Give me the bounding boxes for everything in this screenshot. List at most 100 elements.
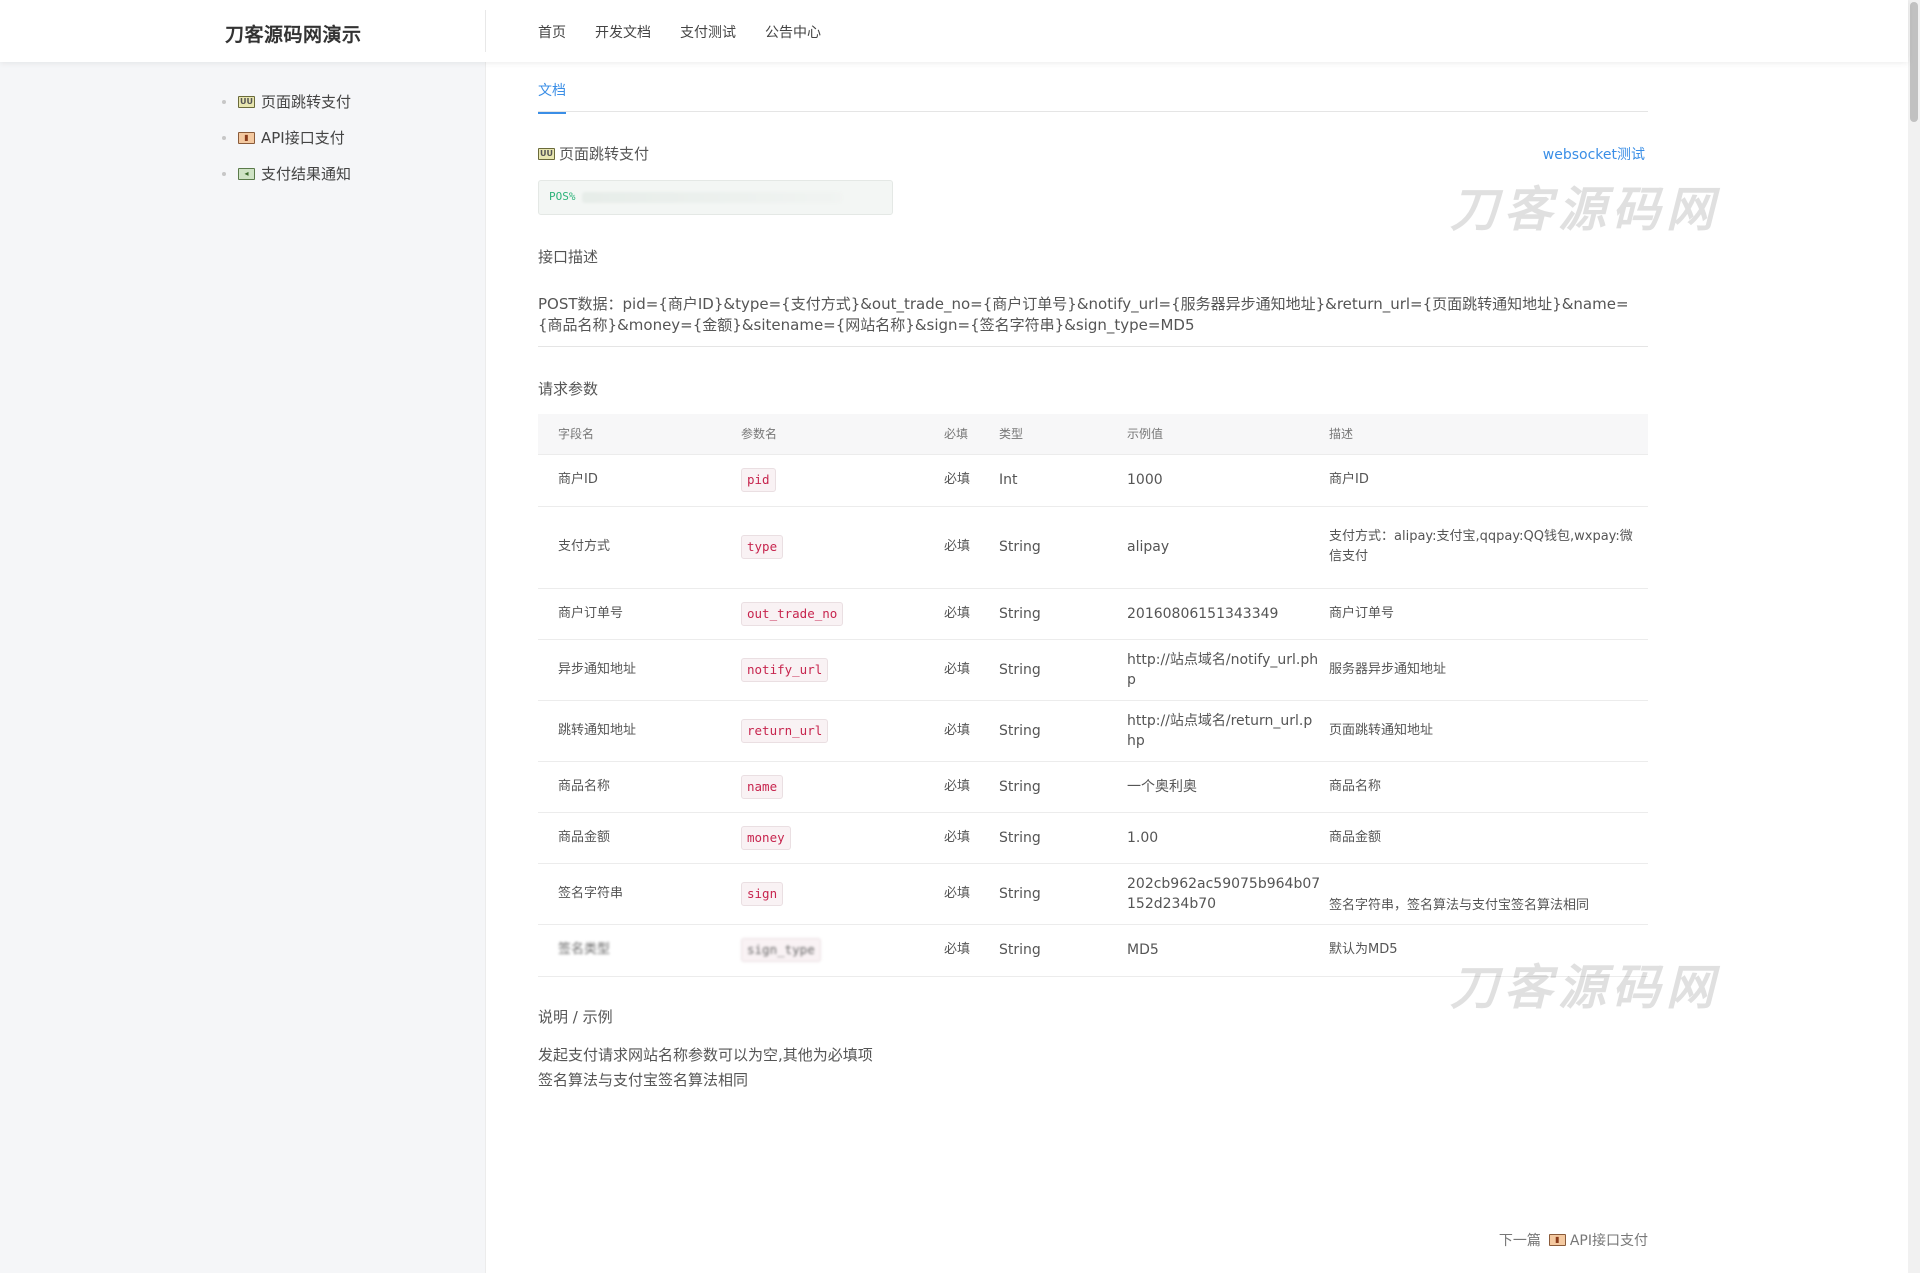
cell-param: pid [741,454,944,507]
cell-field: 商品金额 [538,812,741,864]
cell-param: sign [741,863,944,925]
nav-home[interactable]: 首页 [538,22,566,42]
nav-dev-docs[interactable]: 开发文档 [595,22,651,42]
cell-field: 异步通知地址 [538,639,741,701]
cell-type: String [999,812,1127,864]
table-header-row: 字段名 参数名 必填 类型 示例值 描述 [538,414,1648,455]
section-title-text: 页面跳转支付 [559,145,650,163]
params-heading: 请求参数 [538,380,599,398]
notes-heading: 说明 / 示例 [538,1008,613,1026]
cell-desc: 商品名称 [1329,761,1648,813]
blurred-field-text: 签名类型 [558,942,611,957]
cell-field: 签名字符串 [538,863,741,925]
sidebar-item-label: 支付结果通知 [261,165,352,183]
param-code: out_trade_no [741,601,844,626]
cell-param: out_trade_no [741,588,944,640]
api-desc-text: POST数据：pid={商户ID}&type={支付方式}&out_trade_… [538,294,1648,347]
sidebar: UU 页面跳转支付 ▮ API接口支付 ◂ 支付结果通知 [0,62,486,1273]
param-code: pid [741,468,776,492]
bullet-dot [222,171,226,176]
cell-param: sign_type [741,924,944,977]
table-row: 商户ID pid 必填 Int 1000 商户ID [538,454,1648,507]
api-icon: ▮ [238,131,255,144]
top-header: 刀客源码网演示 首页 开发文档 支付测试 公告中心 [0,0,1908,62]
params-table: 字段名 参数名 必填 类型 示例值 描述 商户ID pid 必填 Int 100… [538,414,1648,977]
top-nav: 首页 开发文档 支付测试 公告中心 [538,22,821,42]
cell-field: 商户ID [538,454,741,507]
param-code: return_url [741,718,829,743]
next-article-link[interactable]: 下一篇 ▮ API接口支付 [1499,1230,1648,1250]
table-row: 签名字符串 sign 必填 String 202cb962ac59075b964… [538,863,1648,925]
bullet-dot [222,135,226,140]
sidebar-item-label: API接口支付 [261,129,345,147]
note-line: 签名算法与支付宝签名算法相同 [538,1071,749,1089]
websocket-test-link[interactable]: websocket测试 [1543,144,1645,164]
table-row: 跳转通知地址 return_url 必填 String http://站点域名/… [538,700,1648,762]
cell-type: String [999,700,1127,762]
sidebar-item-label: 页面跳转支付 [261,93,352,111]
cell-field: 商户订单号 [538,588,741,640]
cell-example: http://站点域名/notify_url.php [1127,639,1329,701]
cell-example: 一个奥利奥 [1127,761,1329,813]
tab-docs[interactable]: 文档 [538,80,566,114]
cell-required: 必填 [944,639,999,701]
param-code: notify_url [741,657,829,682]
cell-field: 商品名称 [538,761,741,813]
sidebar-item-notify[interactable]: ◂ 支付结果通知 [222,163,351,184]
cell-example: MD5 [1127,924,1329,977]
param-code: type [741,535,784,559]
note-line: 发起支付请求网站名称参数可以为空,其他为必填项 [538,1046,873,1064]
cell-desc: 服务器异步通知地址 [1329,639,1648,701]
header-param: 参数名 [741,414,944,455]
bullet-dot [222,99,226,104]
brand-title[interactable]: 刀客源码网演示 [225,20,362,47]
cell-required: 必填 [944,588,999,640]
param-code: name [741,774,784,799]
cell-type: String [999,639,1127,701]
header-divider [485,10,486,52]
header-required: 必填 [944,414,999,455]
cell-desc: 支付方式：alipay:支付宝,qqpay:QQ钱包,wxpay:微信支付 [1329,506,1648,589]
param-code: sign_type [741,938,821,962]
vertical-scrollbar[interactable] [1908,0,1920,1273]
cell-example: 1.00 [1127,812,1329,864]
cell-desc: 页面跳转通知地址 [1329,700,1648,762]
sidebar-item-api[interactable]: ▮ API接口支付 [222,127,345,148]
post-code-text: POS% [549,190,576,203]
cell-desc: 商户ID [1329,454,1648,507]
notify-icon: ◂ [238,167,255,180]
cell-param: name [741,761,944,813]
cell-example: http://站点域名/return_url.php [1127,700,1329,762]
cell-param: type [741,506,944,589]
cell-field: 签名类型 [538,924,741,977]
cell-required: 必填 [944,924,999,977]
tab-bar: 文档 [538,62,1648,114]
cell-example: alipay [1127,506,1329,589]
scrollbar-thumb[interactable] [1910,2,1918,122]
cell-field: 跳转通知地址 [538,700,741,762]
nav-announcements[interactable]: 公告中心 [765,22,821,42]
table-row: 商品名称 name 必填 String 一个奥利奥 商品名称 [538,761,1648,813]
next-label: API接口支付 [1569,1233,1648,1249]
cell-type: String [999,761,1127,813]
cell-param: return_url [741,700,944,762]
next-prefix: 下一篇 [1498,1233,1541,1249]
cell-desc: 签名字符串，签名算法与支付宝签名算法相同 [1329,863,1648,925]
table-row: 商品金额 money 必填 String 1.00 商品金额 [538,812,1648,864]
page-jump-icon: UU [538,147,555,160]
nav-pay-test[interactable]: 支付测试 [680,22,736,42]
api-icon: ▮ [1548,1234,1566,1246]
param-code: sign [741,881,784,906]
cell-example: 1000 [1127,454,1329,507]
cell-type: String [999,924,1127,977]
cell-desc: 商户订单号 [1329,588,1648,640]
sidebar-item-page-jump[interactable]: UU 页面跳转支付 [222,91,351,112]
header-field: 字段名 [538,414,741,455]
page-jump-icon: UU [238,95,255,108]
blurred-code [581,191,842,203]
cell-required: 必填 [944,863,999,925]
table-row: 异步通知地址 notify_url 必填 String http://站点域名/… [538,639,1648,701]
cell-required: 必填 [944,454,999,507]
cell-example: 202cb962ac59075b964b07152d234b70 [1127,863,1329,925]
post-code-box: POS% [538,180,893,215]
